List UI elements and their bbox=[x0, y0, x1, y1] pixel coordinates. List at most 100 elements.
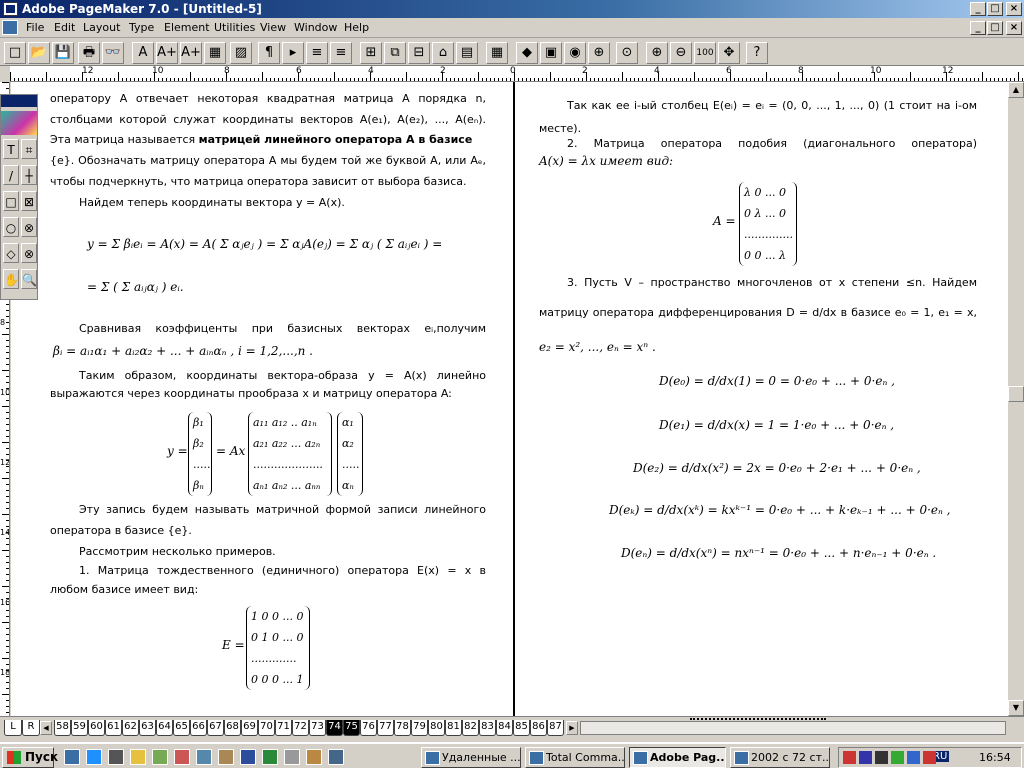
zoom-out-icon[interactable]: ⊖ bbox=[670, 42, 692, 64]
excel-icon[interactable] bbox=[262, 749, 278, 765]
page-icon-67[interactable]: 67 bbox=[207, 720, 224, 736]
page-scroll-left[interactable]: ◀ bbox=[40, 721, 52, 735]
page-icon-79[interactable]: 79 bbox=[411, 720, 428, 736]
ellipse-frame-icon[interactable]: ○ bbox=[3, 217, 19, 237]
hand-tool-icon[interactable]: ✋ bbox=[3, 269, 19, 289]
page-icon-58[interactable]: 58 bbox=[54, 720, 71, 736]
tray-icon[interactable] bbox=[907, 751, 920, 764]
font-icon[interactable]: A bbox=[132, 42, 154, 64]
tray-icon[interactable] bbox=[843, 751, 856, 764]
fit-icon[interactable]: ✥ bbox=[718, 42, 740, 64]
page-icon-64[interactable]: 64 bbox=[156, 720, 173, 736]
desktop-icon[interactable] bbox=[64, 749, 80, 765]
page-icon-74[interactable]: 74 bbox=[326, 720, 343, 736]
document-icon[interactable] bbox=[2, 20, 18, 35]
rectangle-tool-icon[interactable]: ⊠ bbox=[21, 191, 37, 211]
tray-icon[interactable] bbox=[875, 751, 888, 764]
page-icon-75[interactable]: 75 bbox=[343, 720, 360, 736]
page-icon-70[interactable]: 70 bbox=[258, 720, 275, 736]
ie-icon[interactable] bbox=[86, 749, 102, 765]
page-icon-59[interactable]: 59 bbox=[71, 720, 88, 736]
rectangle-frame-icon[interactable]: □ bbox=[3, 191, 19, 211]
scroll-down-button[interactable]: ▼ bbox=[1008, 700, 1024, 716]
open-icon[interactable]: 📂 bbox=[28, 42, 50, 64]
app-icon[interactable] bbox=[328, 749, 344, 765]
hyperlink-icon[interactable]: ⊕ bbox=[588, 42, 610, 64]
help-icon[interactable]: ? bbox=[746, 42, 768, 64]
fill-icon[interactable]: ▦ bbox=[204, 42, 226, 64]
maximize-button[interactable]: □ bbox=[987, 2, 1003, 16]
task-remote[interactable]: Удаленные ... bbox=[421, 747, 521, 768]
page-icon-65[interactable]: 65 bbox=[173, 720, 190, 736]
document-page[interactable]: оператору A отвечает некоторая квадратна… bbox=[11, 82, 1008, 716]
scroll-thumb-h[interactable] bbox=[690, 718, 826, 722]
vertical-scrollbar[interactable]: ▲ ▼ bbox=[1008, 82, 1024, 716]
toolbox-color-swatch[interactable] bbox=[1, 111, 37, 135]
page-icon-78[interactable]: 78 bbox=[394, 720, 411, 736]
app-icon[interactable] bbox=[218, 749, 234, 765]
page-icon-69[interactable]: 69 bbox=[241, 720, 258, 736]
page-icon-82[interactable]: 82 bbox=[462, 720, 479, 736]
zoom-in-icon[interactable]: ⊕ bbox=[646, 42, 668, 64]
print-icon[interactable]: 🖶 bbox=[78, 42, 100, 64]
toolbox-titlebar[interactable] bbox=[1, 95, 37, 107]
page-icon-85[interactable]: 85 bbox=[513, 720, 530, 736]
menu-file[interactable]: File bbox=[26, 21, 44, 34]
page-icon-87[interactable]: 87 bbox=[547, 720, 564, 736]
page-icon-66[interactable]: 66 bbox=[190, 720, 207, 736]
text-tool-icon[interactable]: T bbox=[3, 139, 19, 159]
page-icon-72[interactable]: 72 bbox=[292, 720, 309, 736]
page-icon-63[interactable]: 63 bbox=[139, 720, 156, 736]
page-icon-81[interactable]: 81 bbox=[445, 720, 462, 736]
page-icon-76[interactable]: 76 bbox=[360, 720, 377, 736]
polygon-frame-icon[interactable]: ◇ bbox=[3, 243, 19, 263]
task-pagemaker[interactable]: Adobe Pag... bbox=[629, 747, 726, 768]
master-page-right[interactable]: R bbox=[22, 720, 40, 736]
menu-window[interactable]: Window bbox=[294, 21, 337, 34]
scroll-up-button[interactable]: ▲ bbox=[1008, 82, 1024, 98]
task-word-doc[interactable]: 2002 с 72 ст... bbox=[730, 747, 830, 768]
folder-icon[interactable] bbox=[130, 749, 146, 765]
horizontal-scrollbar[interactable] bbox=[580, 721, 1006, 735]
menu-layout[interactable]: Layout bbox=[83, 21, 120, 34]
start-button[interactable]: Пуск bbox=[2, 747, 58, 768]
crop-tool-icon[interactable]: ⌗ bbox=[21, 139, 37, 159]
terminal-icon[interactable] bbox=[108, 749, 124, 765]
pdf-icon[interactable]: ⊙ bbox=[616, 42, 638, 64]
word-icon[interactable] bbox=[240, 749, 256, 765]
page-icon-77[interactable]: 77 bbox=[377, 720, 394, 736]
new-icon[interactable]: □ bbox=[4, 42, 26, 64]
color-icon[interactable]: ◆ bbox=[516, 42, 538, 64]
page-scroll-right[interactable]: ▶ bbox=[566, 721, 578, 735]
place-icon[interactable]: ▤ bbox=[456, 42, 478, 64]
doc-minimize-button[interactable]: _ bbox=[970, 21, 986, 35]
paragraph-icon[interactable]: ¶ bbox=[258, 42, 280, 64]
right-indent-icon[interactable]: ≡ bbox=[330, 42, 352, 64]
doc-restore-button[interactable]: □ bbox=[987, 21, 1003, 35]
doc-close-button[interactable]: × bbox=[1006, 21, 1022, 35]
picture-icon[interactable]: ▣ bbox=[540, 42, 562, 64]
actual-size-icon[interactable]: 100 bbox=[694, 42, 716, 64]
master-page-left[interactable]: L bbox=[4, 720, 22, 736]
close-button[interactable]: × bbox=[1006, 2, 1022, 16]
app-icon[interactable] bbox=[174, 749, 190, 765]
menu-element[interactable]: Element bbox=[164, 21, 210, 34]
page-icon-60[interactable]: 60 bbox=[88, 720, 105, 736]
menu-view[interactable]: View bbox=[260, 21, 286, 34]
type-specs-icon[interactable]: A+ bbox=[180, 42, 202, 64]
line-tool-icon[interactable]: / bbox=[3, 165, 19, 185]
app-icon[interactable] bbox=[196, 749, 212, 765]
page-icon-62[interactable]: 62 bbox=[122, 720, 139, 736]
story-icon[interactable]: ⊞ bbox=[360, 42, 382, 64]
zoom-tool-icon[interactable]: 🔍 bbox=[21, 269, 37, 289]
page-icon-86[interactable]: 86 bbox=[530, 720, 547, 736]
scroll-thumb[interactable] bbox=[1008, 386, 1024, 402]
app-icon[interactable] bbox=[284, 749, 300, 765]
menu-utilities[interactable]: Utilities bbox=[214, 21, 255, 34]
indent-icon[interactable]: ▸ bbox=[282, 42, 304, 64]
page-icon-73[interactable]: 73 bbox=[309, 720, 326, 736]
horizontal-ruler[interactable]: 12 10 8 6 4 2 0 2 4 6 8 10 12 bbox=[10, 66, 1024, 82]
constrained-line-icon[interactable]: ┼ bbox=[21, 165, 37, 185]
task-total-commander[interactable]: Total Comma... bbox=[525, 747, 625, 768]
page-icon-80[interactable]: 80 bbox=[428, 720, 445, 736]
